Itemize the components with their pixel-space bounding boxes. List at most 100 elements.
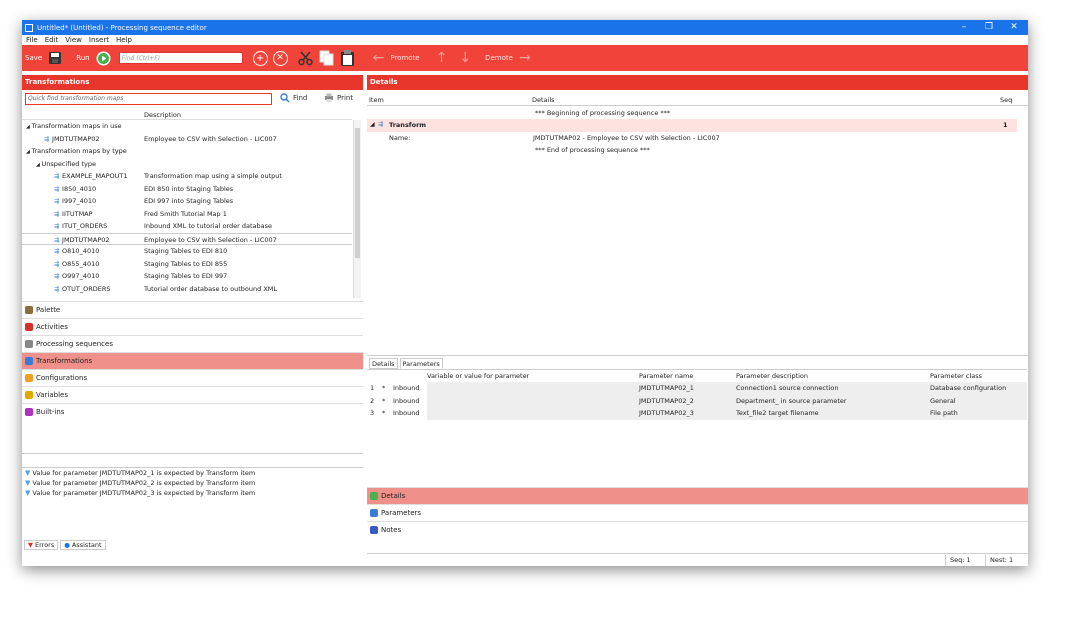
print-button[interactable]: Print xyxy=(324,93,353,103)
tab-details[interactable]: Details xyxy=(369,358,398,369)
promote-left-arrow-icon[interactable]: ← xyxy=(373,50,385,66)
tree-group[interactable]: ◢ Transformation maps by type xyxy=(22,145,352,158)
tree-item[interactable]: ⇶ JMDTUTMAP02 Employee to CSV with Selecti… xyxy=(22,133,352,146)
transform-map-icon: ⇶ xyxy=(54,285,60,293)
tree-item[interactable]: ⇶ IITUTMAP Fred Smith Tutorial Map 1 xyxy=(22,208,352,221)
param-value-cell[interactable] xyxy=(427,382,639,395)
tree-item-description: EDI 850 into Staging Tables xyxy=(144,184,234,193)
find-button[interactable]: Find xyxy=(280,93,307,103)
run-label[interactable]: Run xyxy=(76,54,89,62)
toolbar: Save Run Find (Ctrl+F) + ✕ ← Promote ↑ ↓… xyxy=(22,45,1028,71)
menu-insert[interactable]: Insert xyxy=(89,36,109,44)
transform-icon: ⇶ xyxy=(378,121,384,128)
nav-item-processing-sequences[interactable]: Processing sequences xyxy=(22,335,363,352)
paste-icon[interactable] xyxy=(340,49,355,67)
move-down-arrow-icon[interactable]: ↓ xyxy=(459,50,471,66)
add-icon[interactable]: + xyxy=(252,50,268,66)
print-icon xyxy=(325,93,333,102)
tree-item[interactable]: ⇶ I850_4010 EDI 850 into Staging Tables xyxy=(22,183,352,196)
tree-item-name: ⇶ O855_4010 xyxy=(54,258,99,272)
demote-button[interactable]: Demote xyxy=(485,54,513,62)
transform-map-icon: ⇶ xyxy=(54,223,60,230)
nav-item-transformations[interactable]: Transformations xyxy=(22,352,363,369)
maximize-icon[interactable]: ❐ xyxy=(977,20,1001,35)
transform-map-icon: ⇶ xyxy=(54,210,60,218)
tab-parameters[interactable]: Parameters xyxy=(399,358,443,369)
param-readonly-cells xyxy=(639,407,1027,420)
param-value-cell[interactable] xyxy=(427,394,639,407)
tree-scrollbar[interactable] xyxy=(353,120,361,298)
save-label[interactable]: Save xyxy=(25,54,42,62)
nav-item-details[interactable]: Details xyxy=(367,487,1028,504)
transform-map-icon: ⇶ xyxy=(54,248,60,255)
tree-item[interactable]: ⇶ I997_4010 EDI 997 into Staging Tables xyxy=(22,195,352,208)
messages-toolbar xyxy=(22,454,363,468)
transform-row[interactable]: ◢ ⇶ Transform 1 xyxy=(367,119,1017,132)
message-item[interactable]: ▼ Value for parameter JMDTUTMAP02_1 is ex… xyxy=(22,468,363,478)
nav-item-built-ins[interactable]: Built-ins xyxy=(22,403,363,420)
left-nav-list: Palette Activities Processing sequences Tra… xyxy=(22,301,363,420)
cut-icon[interactable] xyxy=(297,51,313,66)
tree-item-description: EDI 997 into Staging Tables xyxy=(144,197,234,205)
tab-errors[interactable]: ▼ Errors xyxy=(24,540,59,550)
warning-icon: ▼ xyxy=(25,469,31,477)
tree-item[interactable]: ⇶ ITUT_ORDERS Inbound XML to tutorial orde… xyxy=(22,220,352,233)
assistant-icon: ● xyxy=(64,540,70,549)
quick-find-input[interactable]: Quick find transformation maps xyxy=(25,93,272,105)
menu-edit[interactable]: Edit xyxy=(45,36,59,44)
nav-item-palette[interactable]: Palette xyxy=(22,301,363,318)
details-column-headers: Item Details Seq xyxy=(367,94,1028,106)
tree-item-name: ⇶ OTUT_ORDERS xyxy=(54,283,110,297)
copy-icon[interactable] xyxy=(319,50,334,66)
required-marker: * xyxy=(382,384,386,392)
demote-right-arrow-icon[interactable]: → xyxy=(519,50,531,66)
parameter-row[interactable]: * 2 Inbound JMDTUTMAP02_2 Department_ in sou… xyxy=(367,394,1027,407)
sequence-begin-line: *** Beginning of processing sequence *** xyxy=(535,109,671,117)
parameter-row[interactable]: * 3 Inbound JMDTUTMAP02_3 Text_file2 target … xyxy=(367,407,1027,420)
find-button-label: Find xyxy=(293,94,308,102)
status-bar: Seq: 1 Nest: 1 xyxy=(367,553,1028,566)
move-up-arrow-icon[interactable]: ↑ xyxy=(436,50,448,66)
tree-item-name: ◢ Unspecified type xyxy=(36,158,96,172)
nav-item-activities[interactable]: Activities xyxy=(22,318,363,335)
seq-column-header: Seq xyxy=(1000,96,1013,104)
search-icon xyxy=(280,93,290,103)
minimize-icon[interactable]: – xyxy=(952,20,976,35)
remove-icon[interactable]: ✕ xyxy=(272,50,288,66)
menu-file[interactable]: File xyxy=(26,36,38,44)
find-input[interactable]: Find (Ctrl+F) xyxy=(118,52,243,64)
close-icon[interactable]: ✕ xyxy=(1002,20,1026,35)
save-icon[interactable] xyxy=(48,51,62,65)
transformation-tree: ◢ Transformation maps in use ⇶ JMDTUTMAP02… xyxy=(22,120,352,298)
run-icon[interactable] xyxy=(96,51,111,66)
nav-item-variables[interactable]: Variables xyxy=(22,386,363,403)
message-item[interactable]: ▼ Value for parameter JMDTUTMAP02_2 is ex… xyxy=(22,478,363,488)
nav-item-notes[interactable]: Notes xyxy=(367,521,1028,538)
nav-item-parameters[interactable]: Parameters xyxy=(367,504,1028,521)
messages-panel: ▼ Value for parameter JMDTUTMAP02_1 is ex… xyxy=(22,453,363,535)
menu-help[interactable]: Help xyxy=(116,36,132,44)
expand-icon[interactable]: ◢ xyxy=(370,119,375,132)
tree-item[interactable]: ⇶ O855_4010 Staging Tables to EDI 855 xyxy=(22,258,352,271)
tree-item-description: Employee to CSV with Selection - LIC007 xyxy=(144,134,277,143)
tree-group[interactable]: ◢ Unspecified type xyxy=(22,158,352,171)
name-value: JMDTUTMAP02 - Employee to CSV with Selec… xyxy=(533,134,720,142)
tree-item[interactable]: ⇶ JMDTUTMAP02 Employee to CSV with Selecti… xyxy=(22,232,352,245)
tree-group[interactable]: ◢ Transformation maps in use xyxy=(22,120,352,133)
promote-button[interactable]: Promote xyxy=(390,54,419,62)
param-value-cell[interactable] xyxy=(427,407,639,420)
tree-item[interactable]: ⇶ EXAMPLE_MAPOUT1 Transformation map using… xyxy=(22,170,352,183)
tab-assistant[interactable]: ● Assistant xyxy=(60,540,106,550)
tree-item[interactable]: ⇶ OTUT_ORDERS Tutorial order database to o… xyxy=(22,283,352,296)
tree-item[interactable]: ⇶ O810_4010 Staging Tables to EDI 810 xyxy=(22,245,352,258)
palette-icon xyxy=(25,306,33,314)
nav-item-configurations[interactable]: Configurations xyxy=(22,369,363,386)
parameters-table: Variable or value for parameter Paramete… xyxy=(367,369,1027,489)
message-item[interactable]: ▼ Value for parameter JMDTUTMAP02_3 is ex… xyxy=(22,488,363,498)
tree-item-label: Transformation maps by type xyxy=(31,147,127,155)
menu-view[interactable]: View xyxy=(65,36,82,44)
param-description: Connection1 source connection xyxy=(736,384,839,392)
tree-item[interactable]: ⇶ O997_4010 Staging Tables to EDI 997 xyxy=(22,270,352,283)
parameter-row[interactable]: * 1 Inbound JMDTUTMAP02_1 Connection1 source… xyxy=(367,382,1027,395)
transform-map-icon: ⇶ xyxy=(54,236,60,244)
